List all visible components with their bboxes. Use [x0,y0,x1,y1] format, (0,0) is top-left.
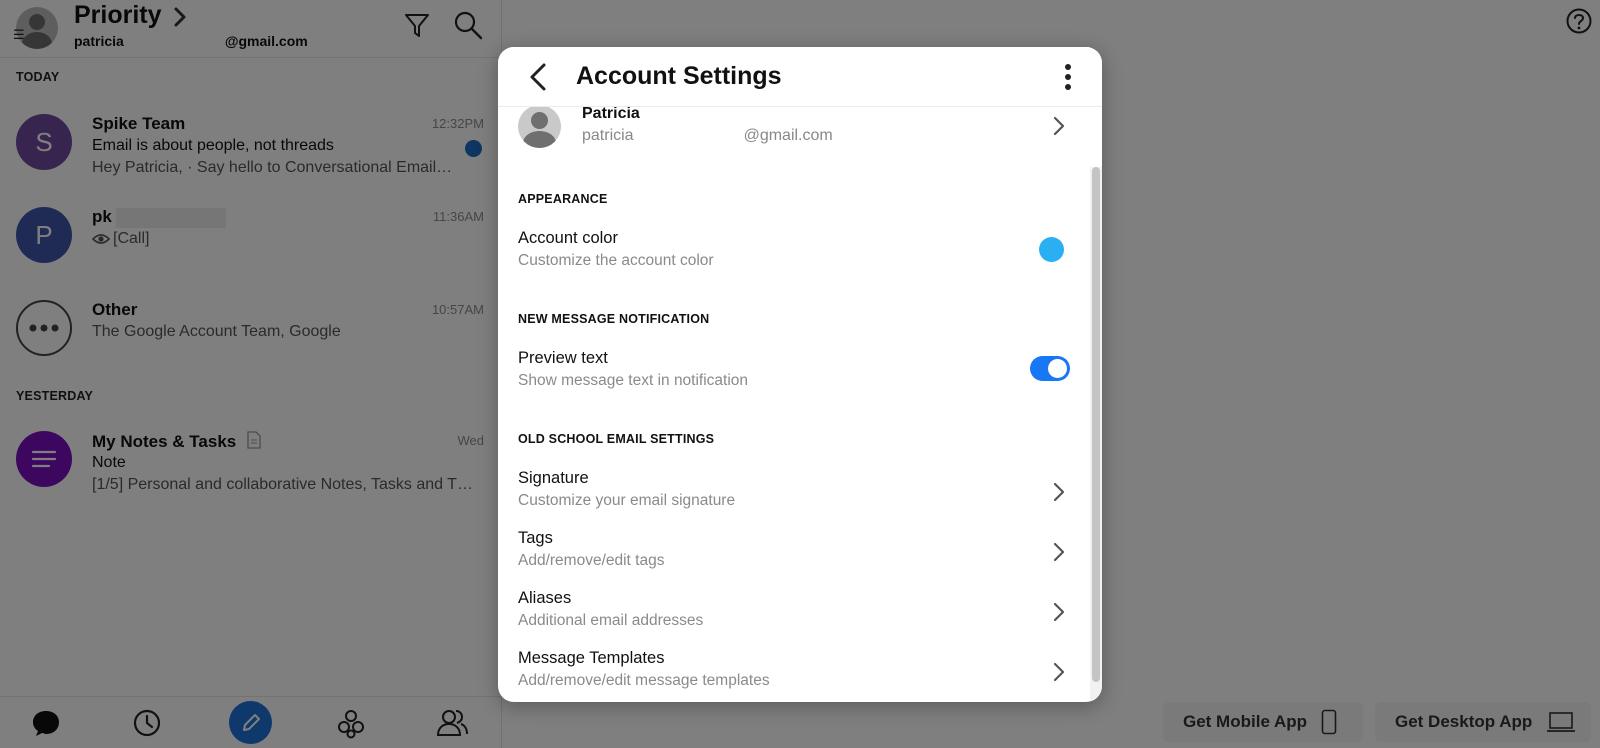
setting-title: Aliases [518,589,572,607]
setting-desc: Add/remove/edit tags [518,552,665,569]
scrollbar-thumb[interactable] [1092,167,1100,682]
profile-email: patricia @gmail.com [582,127,833,145]
account-profile-row[interactable]: Patricia patricia @gmail.com [498,105,1090,165]
chevron-right-icon [1053,542,1065,562]
dialog-title: Account Settings [576,62,782,90]
chevron-right-icon [1053,602,1065,622]
chevron-right-icon [1053,116,1065,136]
setting-message-templates[interactable]: Message Templates Add/remove/edit messag… [498,649,1090,699]
setting-desc: Add/remove/edit message templates [518,672,770,689]
setting-aliases[interactable]: Aliases Additional email addresses [498,589,1090,639]
account-settings-dialog: Account Settings Patricia patricia @gmail… [498,47,1102,702]
setting-desc: Show message text in notification [518,372,749,389]
group-appearance: APPEARANCE [518,192,608,206]
setting-tags[interactable]: Tags Add/remove/edit tags [498,529,1090,579]
preview-text-toggle[interactable] [1030,356,1070,381]
setting-title: Message Templates [518,649,665,667]
dialog-header: Account Settings [498,47,1102,107]
group-new-message-notification: NEW MESSAGE NOTIFICATION [518,312,710,326]
setting-title: Account color [518,229,618,247]
back-arrow-icon[interactable] [524,61,554,93]
more-vertical-icon[interactable] [1058,61,1078,93]
setting-desc: Customize the account color [518,252,714,269]
chevron-right-icon [1053,662,1065,682]
setting-title: Preview text [518,349,608,367]
setting-title: Signature [518,469,589,487]
profile-email-user: patricia [582,127,634,144]
profile-avatar [518,105,561,148]
profile-name: Patricia [582,105,640,122]
chevron-right-icon [1053,482,1065,502]
profile-email-domain: @gmail.com [743,127,833,144]
setting-desc: Additional email addresses [518,612,704,629]
setting-account-color[interactable]: Account color Customize the account colo… [498,229,1090,279]
group-old-school-email-settings: OLD SCHOOL EMAIL SETTINGS [518,432,715,446]
setting-desc: Customize your email signature [518,492,736,509]
setting-preview-text[interactable]: Preview text Show message text in notifi… [498,349,1090,399]
account-color-swatch[interactable] [1039,237,1064,262]
setting-title: Tags [518,529,553,547]
setting-signature[interactable]: Signature Customize your email signature [498,469,1090,519]
